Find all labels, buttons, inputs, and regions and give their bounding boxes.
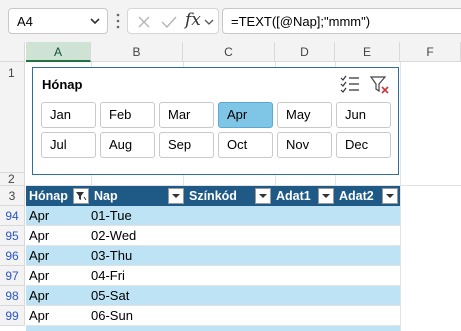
header-nap[interactable]: Nap	[91, 186, 118, 206]
table-row: Apr 01-Tue	[26, 206, 400, 226]
slicer-item-mar[interactable]: Mar	[159, 102, 214, 128]
row-header-99[interactable]: 99	[0, 306, 25, 326]
row-number: 1	[8, 66, 15, 80]
row-header-97[interactable]: 97	[0, 266, 25, 286]
row-header-94[interactable]: 94	[0, 206, 25, 226]
column-header-e[interactable]: E	[335, 42, 400, 62]
formula-buttons: fx	[127, 8, 219, 34]
slicer-items: Jan Feb Mar Apr May Jun Jul Aug Sep Oct …	[41, 102, 391, 158]
gridline	[400, 62, 401, 331]
cell-honap[interactable]: Apr	[26, 266, 49, 286]
table-row: Apr 04-Fri	[26, 266, 400, 286]
formula-text: =TEXT([@Nap];"mmm")	[231, 14, 371, 29]
row-header-95[interactable]: 95	[0, 226, 25, 246]
filter-dropdown-icon[interactable]	[382, 188, 398, 204]
column-header-d[interactable]: D	[275, 42, 335, 62]
cell-nap[interactable]: 05-Sat	[88, 286, 129, 306]
slicer-item-feb[interactable]: Feb	[100, 102, 155, 128]
cell-nap[interactable]: 03-Thu	[88, 246, 132, 266]
header-adat1[interactable]: Adat1	[273, 186, 311, 206]
formula-expand-chevron-icon[interactable]	[204, 17, 214, 27]
cell-nap[interactable]: 01-Tue	[88, 206, 132, 226]
clear-filter-icon[interactable]	[370, 75, 390, 95]
slicer-item-dec[interactable]: Dec	[336, 132, 391, 158]
fx-icon[interactable]: fx	[185, 10, 201, 30]
slicer-item-oct[interactable]: Oct	[218, 132, 273, 158]
x-icon[interactable]	[136, 14, 152, 30]
filter-applied-icon[interactable]	[73, 188, 89, 204]
cell-honap[interactable]: Apr	[26, 226, 49, 246]
slicer-item-apr[interactable]: Apr	[218, 102, 273, 128]
chevron-down-icon[interactable]	[88, 13, 102, 29]
row-header-98[interactable]: 98	[0, 286, 25, 306]
check-icon[interactable]	[160, 14, 178, 30]
row-header-96[interactable]: 96	[0, 246, 25, 266]
slicer-item-jul[interactable]: Jul	[41, 132, 96, 158]
formula-input[interactable]: =TEXT([@Nap];"mmm")	[222, 8, 461, 34]
name-box[interactable]: A4	[8, 8, 108, 34]
filter-dropdown-icon[interactable]	[318, 188, 334, 204]
table-header-row: Hónap Nap Színkód Adat1 Adat2	[26, 186, 400, 206]
slicer-item-jun[interactable]: Jun	[336, 102, 391, 128]
header-szinkod[interactable]: Színkód	[186, 186, 237, 206]
slicer-item-sep[interactable]: Sep	[159, 132, 214, 158]
slicer-title: Hónap	[42, 77, 83, 92]
multiselect-icon[interactable]	[340, 75, 360, 93]
gridline	[26, 265, 400, 266]
header-adat2[interactable]: Adat2	[336, 186, 374, 206]
row-header-3[interactable]: 3	[0, 186, 25, 206]
cell-nap[interactable]: 02-Wed	[88, 226, 136, 246]
slicer-item-jan[interactable]: Jan	[41, 102, 96, 128]
table-row: Apr 02-Wed	[26, 226, 400, 246]
gridline	[26, 305, 400, 306]
cell-honap[interactable]: Apr	[26, 206, 49, 226]
table-row: Apr 03-Thu	[26, 246, 400, 266]
gridline	[26, 325, 400, 326]
more-options-icon[interactable]	[116, 12, 120, 30]
gridline	[26, 245, 400, 246]
slicer-item-nov[interactable]: Nov	[277, 132, 332, 158]
filter-dropdown-icon[interactable]	[168, 188, 184, 204]
formula-bar: A4 fx =TEXT([@Nap];"mmm")	[0, 0, 461, 42]
filter-dropdown-icon[interactable]	[255, 188, 271, 204]
table-row: Apr 05-Sat	[26, 286, 400, 306]
cell-nap[interactable]: 06-Sun	[88, 306, 133, 326]
cell-honap[interactable]: Apr	[26, 246, 49, 266]
column-header-b[interactable]: B	[91, 42, 183, 62]
row-number: 2	[8, 172, 15, 186]
column-header-c[interactable]: C	[183, 42, 275, 62]
slicer-item-aug[interactable]: Aug	[100, 132, 155, 158]
name-box-value: A4	[17, 14, 33, 29]
cell-nap[interactable]: 04-Fri	[88, 266, 125, 286]
table-row: Apr 06-Sun	[26, 306, 400, 326]
table-row	[26, 326, 400, 331]
cell-honap[interactable]: Apr	[26, 286, 49, 306]
slicer-item-may[interactable]: May	[277, 102, 332, 128]
header-honap[interactable]: Hónap	[26, 186, 68, 206]
row-header-1[interactable]: 1	[0, 62, 25, 186]
gridline	[26, 285, 400, 286]
column-header-f[interactable]: F	[400, 42, 461, 62]
cell-honap[interactable]: Apr	[26, 306, 49, 326]
column-header-a[interactable]: A	[26, 42, 91, 62]
month-slicer[interactable]: Hónap Jan Feb Mar Apr May Jun Jul Aug Se…	[32, 67, 399, 175]
select-all-corner[interactable]	[0, 42, 25, 62]
gridline	[26, 225, 400, 226]
row-header-2[interactable]: 2	[0, 172, 25, 186]
